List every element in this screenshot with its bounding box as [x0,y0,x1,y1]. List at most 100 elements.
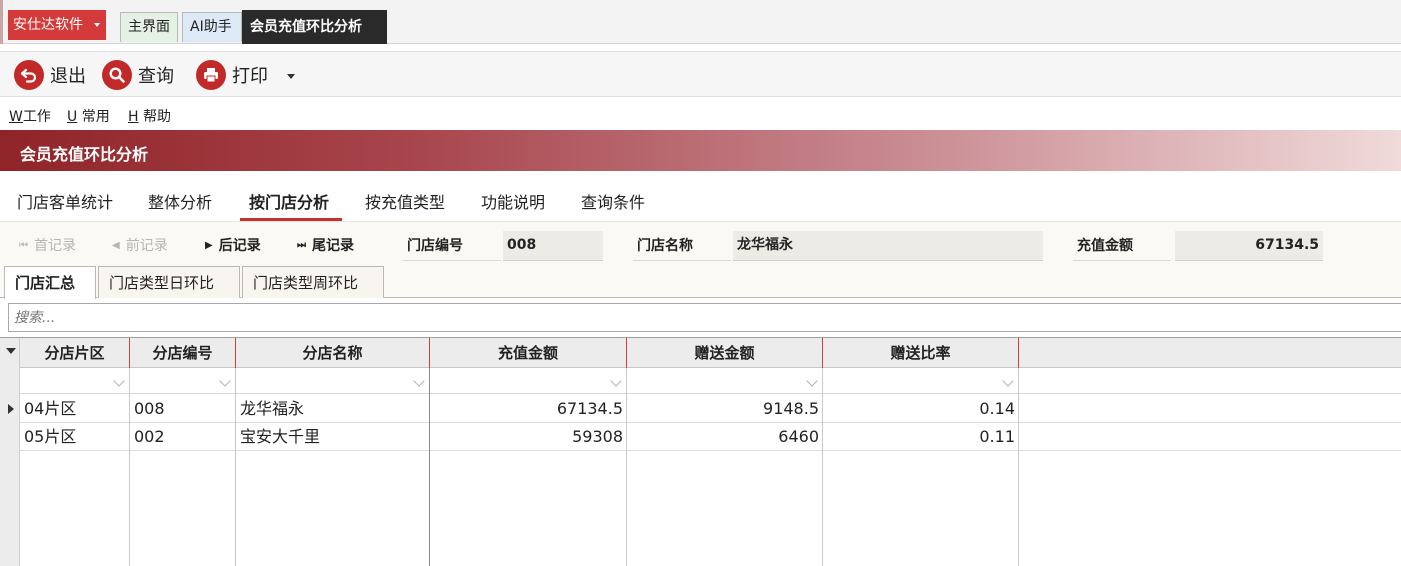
cell-bonus-amount[interactable]: 9148.5 [627,395,823,423]
filter-store-no[interactable] [130,368,236,394]
cell-store-no[interactable]: 008 [130,395,236,423]
table-row[interactable]: 04片区 008 龙华福永 67134.5 9148.5 0.14 [20,395,1401,423]
brand-menu-button[interactable]: 安仕达软件 [8,10,106,40]
print-label: 打印 [232,66,268,87]
tab-query-conditions[interactable]: 查询条件 [581,189,645,213]
chevron-down-icon [219,375,231,387]
prev-record-label: 前记录 [125,238,168,254]
row-indicator-column [0,338,20,566]
chevron-down-icon [806,375,818,387]
subtab-store-summary[interactable]: 门店汇总 [4,266,96,299]
recharge-amount-value: 67134.5 [1175,231,1323,261]
tab-feature-description[interactable]: 功能说明 [481,189,545,213]
store-no-value: 008 [503,231,603,261]
search-input[interactable] [8,303,1401,332]
store-name-label: 门店名称 [633,231,731,261]
last-record-icon: ⏭ [297,239,306,251]
cell-store-name[interactable]: 龙华福永 [236,395,430,423]
column-header-store-no[interactable]: 分店编号 [130,338,236,368]
chevron-down-icon [610,375,622,387]
cell-store-name[interactable]: 宝安大千里 [236,423,430,451]
filter-store-name[interactable] [236,368,430,394]
column-divider [822,368,823,566]
cell-recharge-amount[interactable]: 67134.5 [430,395,627,423]
chevron-down-icon [94,23,100,27]
prev-record-icon: ◀ [112,239,120,251]
menu-work-label: 工作 [22,109,51,125]
filter-bonus-ratio[interactable] [823,368,1019,394]
exit-icon [14,60,44,90]
column-header-recharge-amount[interactable]: 充值金额 [430,338,627,368]
prev-record-button[interactable]: ◀ 前记录 [112,235,168,255]
print-options-dropdown-icon[interactable] [287,74,295,79]
next-record-label: 后记录 [218,238,261,254]
cell-bonus-ratio[interactable]: 0.14 [823,395,1019,423]
tab-member-recharge-analysis[interactable]: 会员充值环比分析 [242,10,387,44]
tab-overall-analysis[interactable]: 整体分析 [148,189,212,213]
next-record-icon: ▶ [205,239,213,251]
window-edge [0,0,3,44]
column-divider [429,368,430,566]
subtab-store-type-weekly[interactable]: 门店类型周环比 [242,266,384,298]
cell-bonus-ratio[interactable]: 0.11 [823,423,1019,451]
tab-by-store-analysis[interactable]: 按门店分析 [249,189,329,213]
active-tab-indicator [240,218,342,221]
filter-row [20,368,1401,394]
table-row[interactable]: 05片区 002 宝安大千里 59308 6460 0.11 [20,423,1401,451]
column-header-bonus-ratio[interactable]: 赠送比率 [823,338,1019,368]
cell-district[interactable]: 05片区 [20,423,130,451]
search-icon [102,60,132,90]
cell-recharge-amount[interactable]: 59308 [430,423,627,451]
next-record-button[interactable]: ▶ 后记录 [205,235,261,255]
filter-district[interactable] [20,368,130,394]
query-button[interactable]: 查询 [102,60,174,90]
tab-home[interactable]: 主界面 [120,12,178,42]
chevron-down-icon [1002,375,1014,387]
toolbar: 退出 查询 打印 [0,51,1401,97]
column-chooser-icon[interactable] [6,348,16,354]
first-record-icon: ⏮ [19,239,28,251]
menu-work-key: W [9,109,23,125]
subtab-store-type-daily[interactable]: 门店类型日环比 [98,266,240,298]
menu-work[interactable]: W工作 [9,106,51,126]
printer-icon [196,60,226,90]
current-row-pointer-icon [8,404,14,414]
menu-help-label: 帮助 [138,109,171,125]
filter-recharge-amount[interactable] [430,368,627,394]
column-divider [129,368,130,566]
menu-common[interactable]: U 常用 [67,106,110,126]
brand-label: 安仕达软件 [13,17,83,33]
query-label: 查询 [138,66,174,87]
first-record-button[interactable]: ⏮ 首记录 [19,235,76,255]
column-header-district[interactable]: 分店片区 [20,338,130,368]
last-record-button[interactable]: ⏭ 尾记录 [297,235,354,255]
menu-bar: W工作 U 常用 H 帮助 [0,99,1401,129]
column-divider [626,368,627,566]
print-button[interactable]: 打印 [196,60,268,90]
menu-help[interactable]: H 帮助 [128,106,171,126]
data-grid: 分店片区 分店编号 分店名称 充值金额 赠送金额 赠送比率 04片区 008 龙… [0,337,1401,566]
cell-district[interactable]: 04片区 [20,395,130,423]
chevron-down-icon [413,375,425,387]
store-name-value: 龙华福永 [733,231,1043,261]
cell-bonus-amount[interactable]: 6460 [627,423,823,451]
cell-store-no[interactable]: 002 [130,423,236,451]
column-header-store-name[interactable]: 分店名称 [236,338,430,368]
search-bar [0,299,1401,337]
app-tab-bar: 安仕达软件 主界面 AI助手 会员充值环比分析 [0,0,1401,44]
tab-ai-assistant[interactable]: AI助手 [182,12,242,42]
menu-common-key: U [67,109,78,125]
exit-button[interactable]: 退出 [14,60,86,90]
first-record-label: 首记录 [34,238,76,254]
menu-help-key: H [128,109,139,125]
column-divider [235,368,236,566]
tab-store-order-stats[interactable]: 门店客单统计 [17,189,113,213]
column-divider [1018,368,1019,566]
recharge-amount-label: 充值金额 [1073,231,1171,261]
tab-by-recharge-type[interactable]: 按充值类型 [365,189,445,213]
page-title: 会员充值环比分析 [20,145,149,164]
last-record-label: 尾记录 [312,238,354,254]
column-header-bonus-amount[interactable]: 赠送金额 [627,338,823,368]
store-no-label: 门店编号 [403,231,501,261]
filter-bonus-amount[interactable] [627,368,823,394]
